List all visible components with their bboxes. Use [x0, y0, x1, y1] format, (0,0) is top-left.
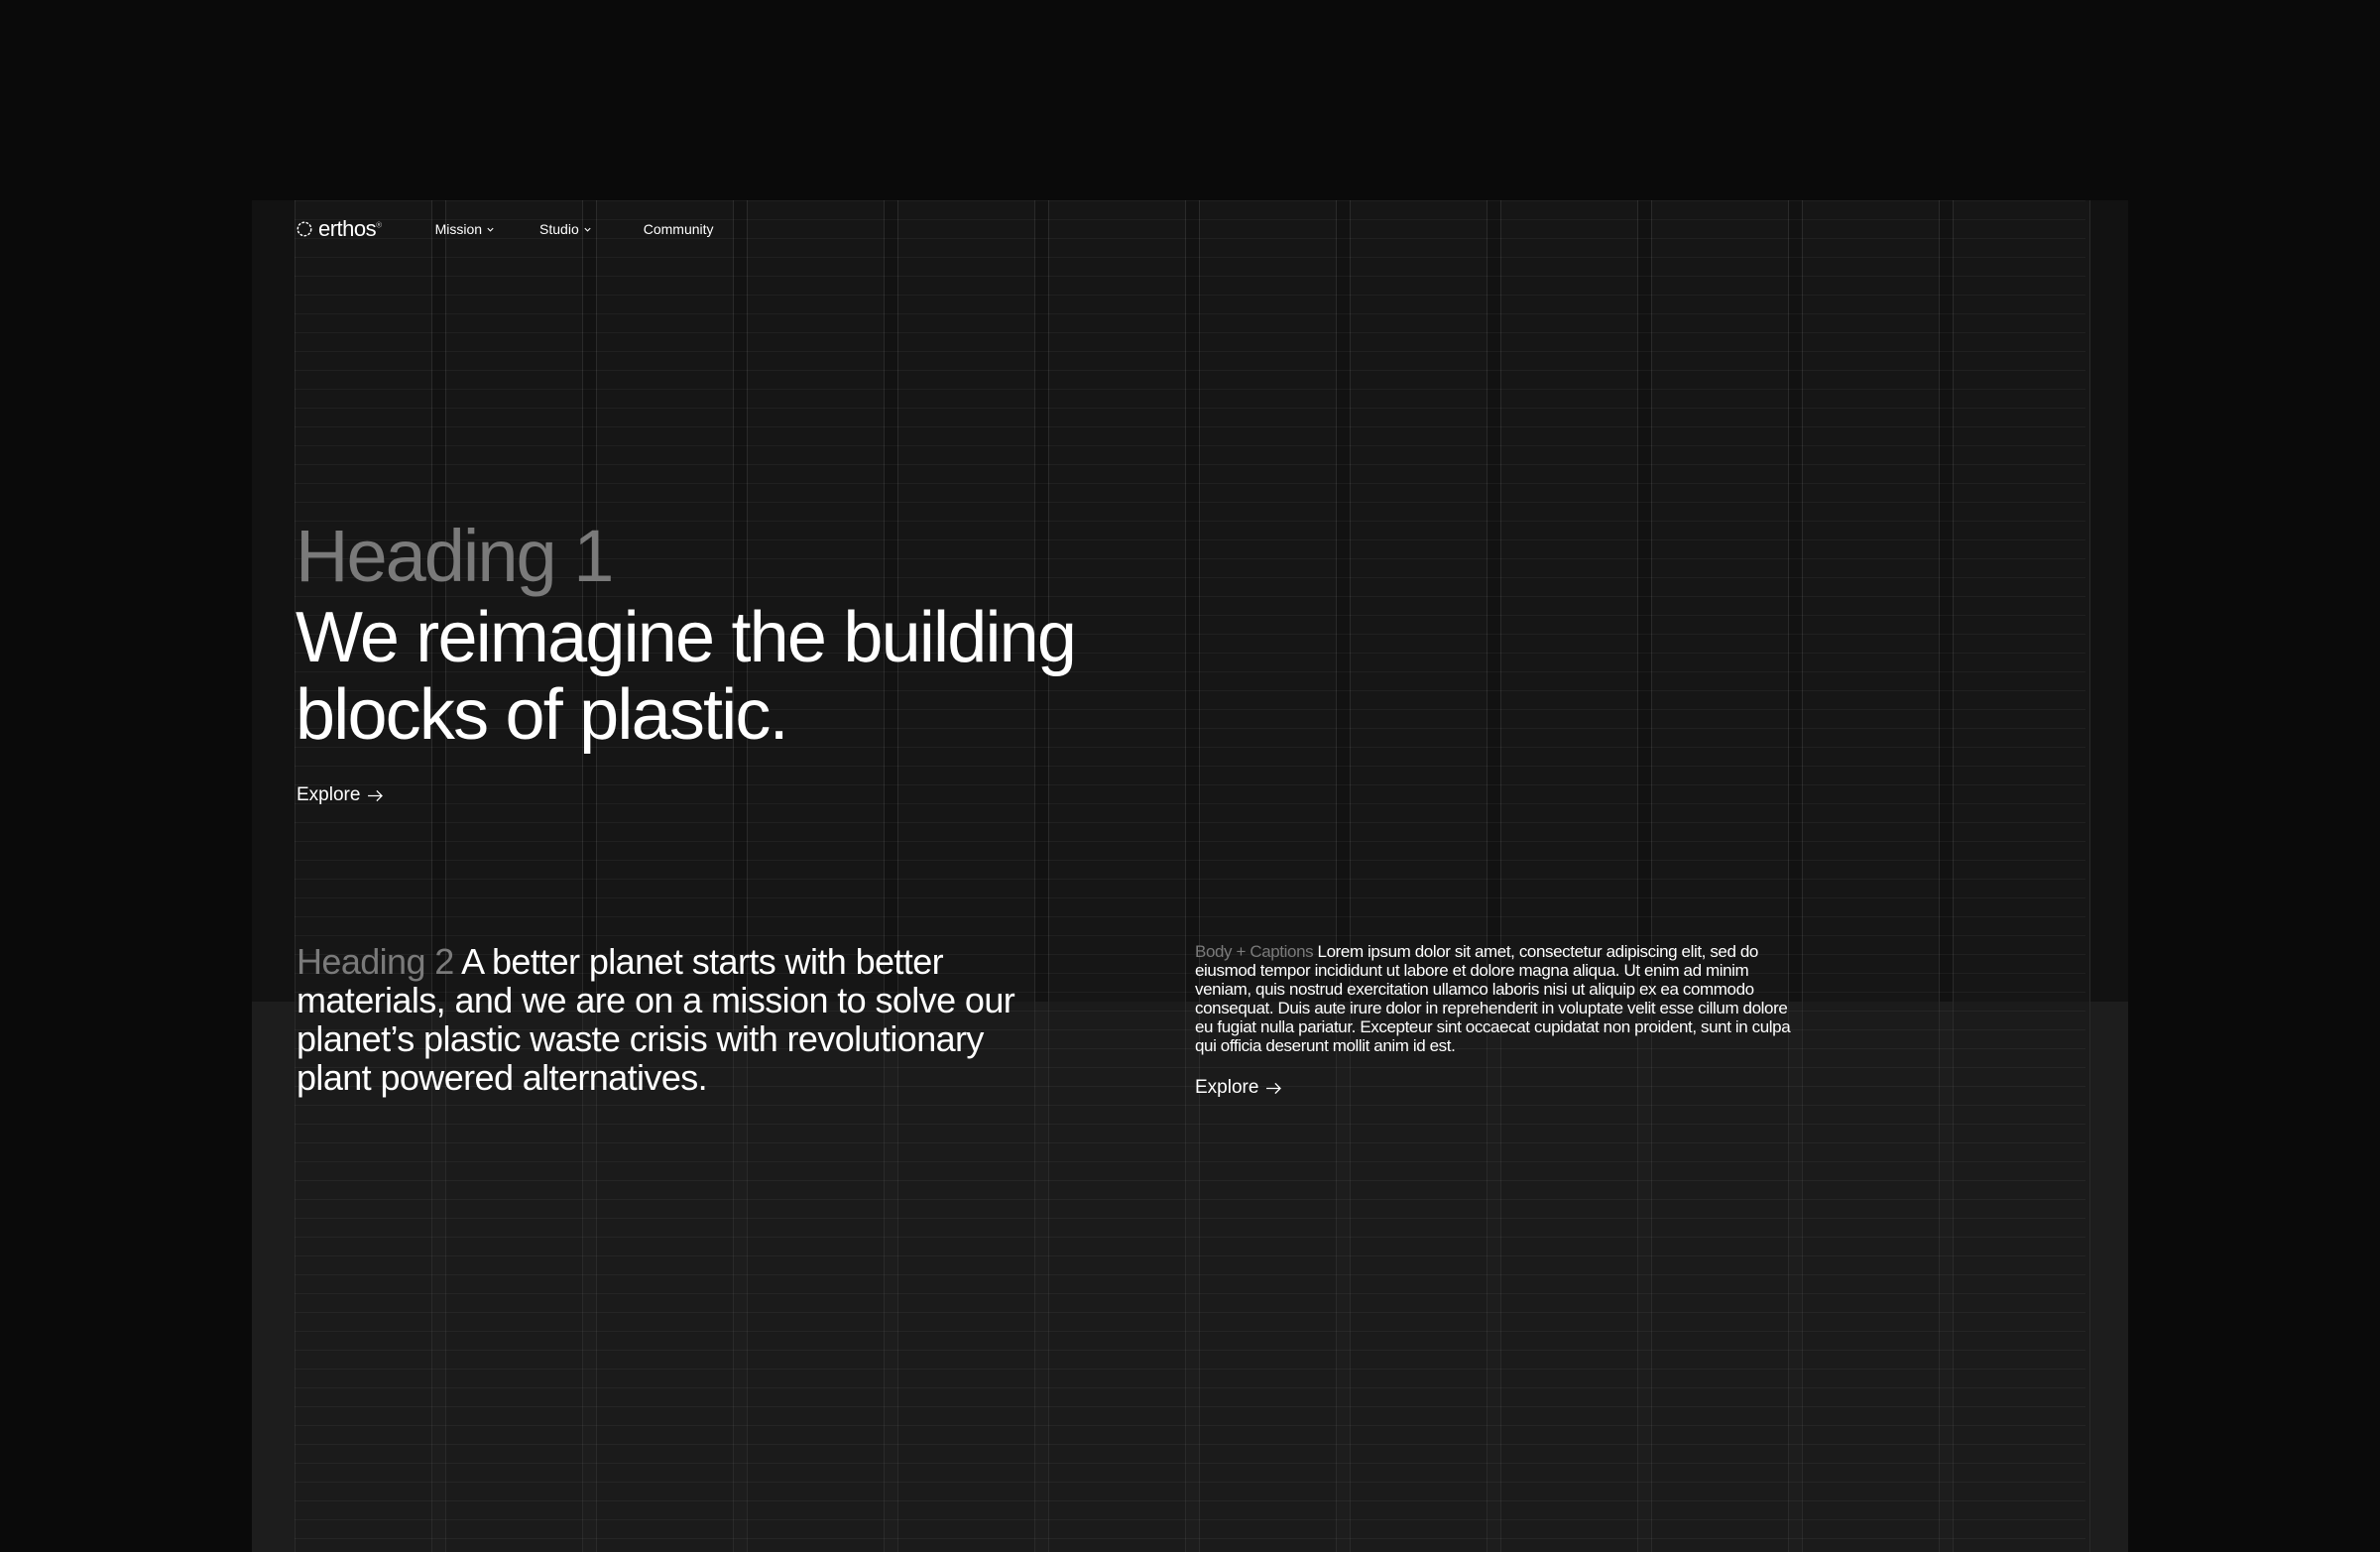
hero-explore-link[interactable]: Explore: [297, 784, 384, 806]
logo[interactable]: erthos®: [296, 216, 382, 242]
chevron-down-icon: [487, 227, 494, 232]
top-navigation: erthos® Mission Studio Community: [296, 214, 714, 244]
explore-label: Explore: [297, 784, 361, 805]
logo-text: erthos®: [318, 216, 382, 241]
heading-2-label: Heading 2: [297, 941, 454, 982]
body-caption-block: Body + Captions Lorem ipsum dolor sit am…: [1195, 942, 1800, 1055]
nav-item-label: Community: [643, 221, 714, 237]
heading-2-block: Heading 2 A better planet starts with be…: [297, 942, 1050, 1097]
nav-item-community[interactable]: Community: [644, 221, 714, 237]
body-caption-label: Body + Captions: [1195, 942, 1314, 961]
body-explore-link[interactable]: Explore: [1195, 1077, 1282, 1099]
logo-registered-mark: ®: [376, 220, 382, 230]
arrow-right-icon: [368, 789, 384, 801]
nav-item-label: Studio: [539, 221, 579, 237]
logo-ring-icon: [297, 221, 312, 237]
nav-item-mission[interactable]: Mission: [435, 221, 495, 237]
design-frame: erthos® Mission Studio Community Heading…: [252, 200, 2128, 1552]
nav-item-studio[interactable]: Studio: [539, 221, 592, 237]
arrow-right-icon: [1266, 1082, 1282, 1094]
nav-item-label: Mission: [434, 221, 483, 237]
hero-title: We reimagine the building blocks of plas…: [296, 598, 1077, 755]
explore-label: Explore: [1195, 1077, 1259, 1098]
heading-1-label: Heading 1: [296, 515, 614, 597]
chevron-down-icon: [584, 227, 591, 232]
page-content: erthos® Mission Studio Community Heading…: [252, 200, 2128, 1552]
